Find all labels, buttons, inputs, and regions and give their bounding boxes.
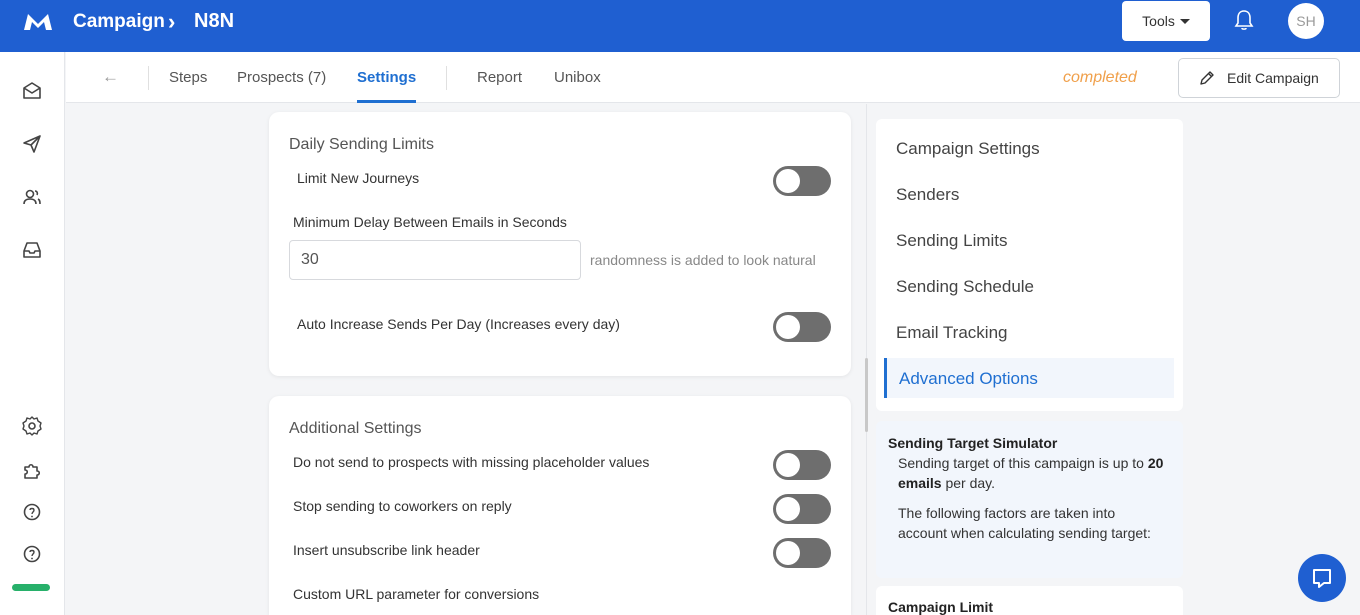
mail-icon[interactable] bbox=[21, 80, 43, 102]
min-delay-hint: randomness is added to look natural bbox=[590, 252, 816, 268]
users-icon[interactable] bbox=[21, 186, 43, 208]
divider bbox=[446, 66, 447, 90]
settings-nav-sending-limits[interactable]: Sending Limits bbox=[896, 231, 1008, 251]
additional-settings-card: Additional Settings Do not send to prosp… bbox=[269, 396, 851, 615]
settings-nav-sending-schedule[interactable]: Sending Schedule bbox=[896, 277, 1034, 297]
limit-new-journeys-label: Limit New Journeys bbox=[297, 170, 420, 186]
auto-increase-label: Auto Increase Sends Per Day (Increases e… bbox=[297, 316, 620, 332]
simulator-target-suffix: per day. bbox=[945, 475, 996, 491]
sending-target-simulator: Sending Target Simulator Sending target … bbox=[876, 421, 1183, 578]
active-tab-indicator bbox=[357, 100, 416, 103]
help-circle-icon[interactable] bbox=[21, 543, 43, 565]
left-sidebar bbox=[0, 52, 65, 615]
unsubscribe-header-toggle[interactable] bbox=[773, 538, 831, 568]
settings-nav: Campaign Settings Senders Sending Limits… bbox=[876, 119, 1183, 411]
app-logo[interactable] bbox=[22, 10, 54, 34]
caret-down-icon bbox=[1179, 18, 1190, 24]
pencil-icon bbox=[1200, 71, 1214, 85]
settings-nav-campaign-settings[interactable]: Campaign Settings bbox=[896, 139, 1040, 159]
simulator-target-text: Sending target of this campaign is up to… bbox=[898, 453, 1168, 493]
bell-icon[interactable] bbox=[1234, 9, 1254, 31]
tools-label: Tools bbox=[1142, 13, 1175, 29]
min-delay-label: Minimum Delay Between Emails in Seconds bbox=[293, 214, 567, 230]
daily-limits-title: Daily Sending Limits bbox=[289, 136, 434, 153]
simulator-target-prefix: Sending target of this campaign is up to bbox=[898, 455, 1144, 471]
missing-placeholder-toggle[interactable] bbox=[773, 450, 831, 480]
additional-settings-title: Additional Settings bbox=[289, 420, 422, 437]
campaign-limit-card: Campaign Limit bbox=[876, 586, 1183, 615]
back-arrow-icon[interactable]: ← bbox=[102, 67, 119, 87]
min-delay-input[interactable]: 30 bbox=[289, 240, 581, 280]
stop-coworkers-toggle[interactable] bbox=[773, 494, 831, 524]
settings-nav-advanced-options[interactable]: Advanced Options bbox=[899, 369, 1038, 389]
breadcrumb-separator: › bbox=[168, 9, 176, 34]
scrollbar-thumb[interactable] bbox=[865, 358, 868, 432]
simulator-factors-text: The following factors are taken into acc… bbox=[898, 505, 1151, 541]
campaign-status: completed bbox=[1063, 69, 1137, 86]
campaign-limit-title: Campaign Limit bbox=[888, 599, 994, 615]
puzzle-icon[interactable] bbox=[21, 459, 43, 481]
tab-unibox[interactable]: Unibox bbox=[554, 69, 601, 86]
user-avatar[interactable]: SH bbox=[1288, 3, 1324, 39]
campaign-subnav: ← Steps Prospects (7) Settings Report Un… bbox=[66, 52, 1360, 103]
missing-placeholder-label: Do not send to prospects with missing pl… bbox=[293, 454, 650, 470]
divider bbox=[148, 66, 149, 90]
inbox-icon[interactable] bbox=[21, 239, 43, 261]
tools-dropdown-button[interactable]: Tools bbox=[1122, 1, 1210, 41]
edit-campaign-label: Edit Campaign bbox=[1227, 70, 1319, 86]
status-indicator-bar bbox=[12, 584, 50, 591]
settings-nav-email-tracking[interactable]: Email Tracking bbox=[896, 323, 1007, 343]
settings-nav-senders[interactable]: Senders bbox=[896, 185, 959, 205]
tab-steps[interactable]: Steps bbox=[169, 69, 207, 86]
stop-coworkers-label: Stop sending to coworkers on reply bbox=[293, 498, 512, 514]
simulator-title: Sending Target Simulator bbox=[888, 435, 1058, 451]
limit-new-journeys-toggle[interactable] bbox=[773, 166, 831, 196]
settings-icon[interactable] bbox=[21, 415, 43, 437]
tab-prospects[interactable]: Prospects (7) bbox=[237, 69, 326, 86]
tab-settings[interactable]: Settings bbox=[357, 69, 416, 86]
breadcrumb-campaign[interactable]: Campaign bbox=[73, 11, 165, 33]
custom-url-label: Custom URL parameter for conversions bbox=[293, 586, 540, 602]
breadcrumb-current: N8N bbox=[194, 10, 235, 32]
help-icon[interactable] bbox=[21, 501, 43, 523]
unsubscribe-header-label: Insert unsubscribe link header bbox=[293, 542, 480, 558]
chat-icon bbox=[1313, 569, 1331, 588]
top-bar: Campaign › N8N Tools SH bbox=[0, 0, 1360, 52]
auto-increase-toggle[interactable] bbox=[773, 312, 831, 342]
chat-support-button[interactable] bbox=[1298, 554, 1346, 602]
tab-report[interactable]: Report bbox=[477, 69, 522, 86]
daily-limits-card: Daily Sending Limits Limit New Journeys … bbox=[269, 112, 851, 376]
send-icon[interactable] bbox=[21, 133, 43, 155]
edit-campaign-button[interactable]: Edit Campaign bbox=[1178, 58, 1340, 98]
